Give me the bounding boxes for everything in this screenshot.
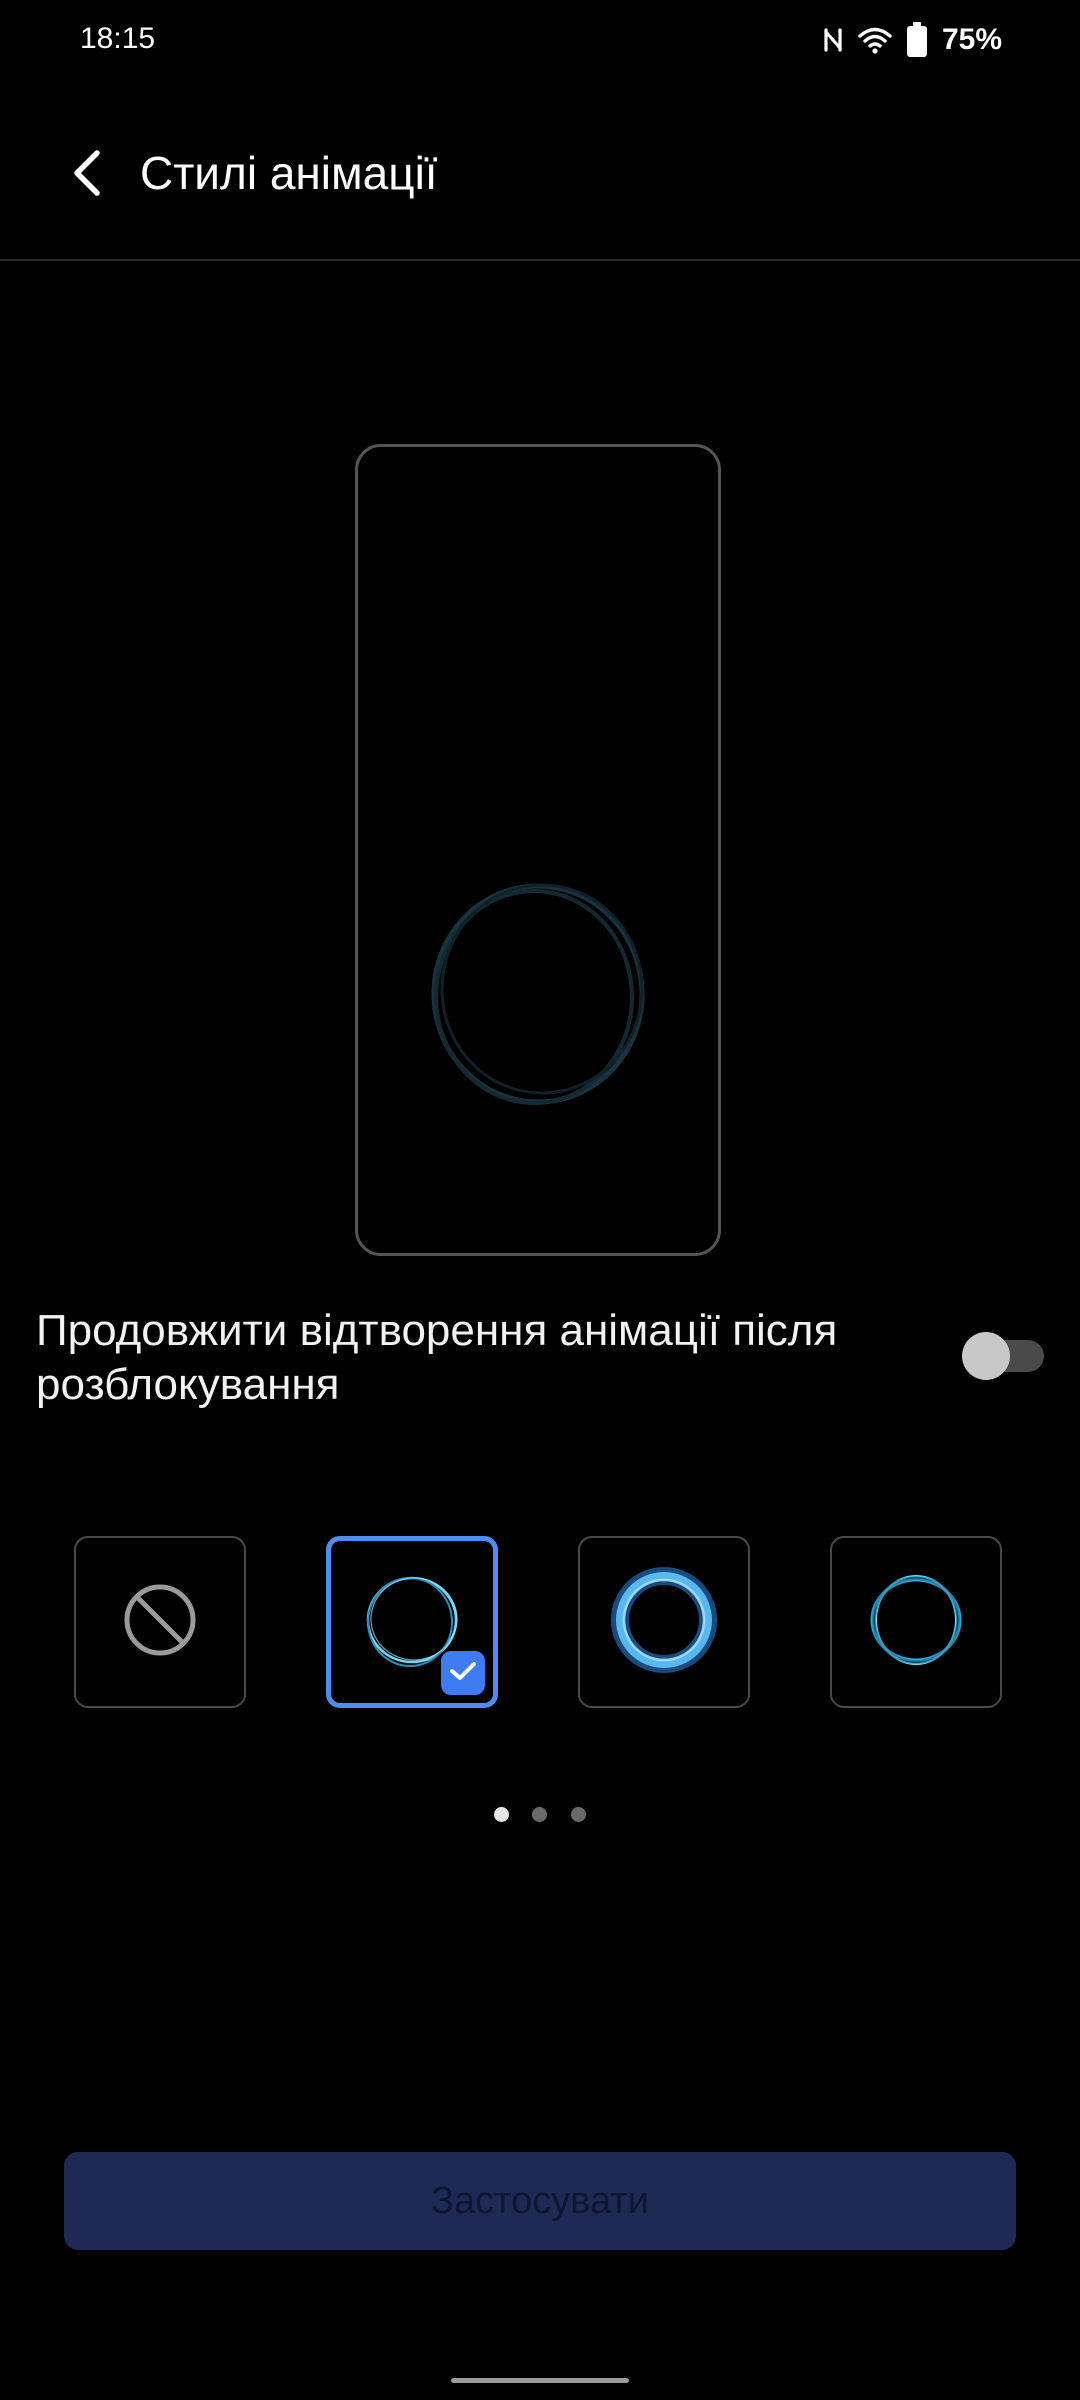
page-dot-1 — [494, 1807, 509, 1822]
wifi-icon — [858, 26, 892, 54]
page-title: Стилі анімації — [140, 147, 438, 199]
style-tile-wave-ring[interactable] — [830, 1536, 1002, 1708]
none-icon — [122, 1582, 198, 1663]
wave-ring-icon — [866, 1570, 966, 1675]
animation-preview — [355, 444, 721, 1256]
page-indicator — [490, 1804, 590, 1824]
chevron-left-icon — [69, 149, 105, 202]
battery-icon — [906, 22, 928, 58]
status-icons: 75% — [822, 18, 1002, 62]
apply-button[interactable]: Застосувати — [64, 2152, 1016, 2250]
style-tile-glow-ring[interactable] — [578, 1536, 750, 1708]
back-button[interactable] — [52, 140, 122, 210]
continue-animation-toggle[interactable] — [962, 1330, 1044, 1380]
status-bar: 18:15 75% — [0, 0, 1080, 80]
style-tile-none[interactable] — [74, 1536, 246, 1708]
toggle-thumb — [962, 1332, 1010, 1380]
battery-percent: 75% — [941, 23, 1002, 56]
checkmark-icon — [449, 1660, 477, 1687]
header-divider — [0, 259, 1080, 261]
continue-animation-label: Продовжити відтворення анімації після ро… — [36, 1306, 838, 1409]
glow-ring-icon — [609, 1565, 719, 1680]
preview-ring-animation — [426, 877, 650, 1116]
page-dot-2 — [532, 1807, 547, 1822]
home-indicator[interactable] — [451, 2378, 629, 2383]
page-dot-3 — [571, 1807, 586, 1822]
app-bar: Стилі анімації — [0, 100, 1080, 260]
animation-style-tiles — [74, 1536, 1006, 1708]
style-tile-thin-ring[interactable] — [326, 1536, 498, 1708]
nfc-icon — [822, 26, 844, 54]
status-time: 18:15 — [80, 22, 156, 55]
selected-check-badge — [441, 1651, 485, 1695]
